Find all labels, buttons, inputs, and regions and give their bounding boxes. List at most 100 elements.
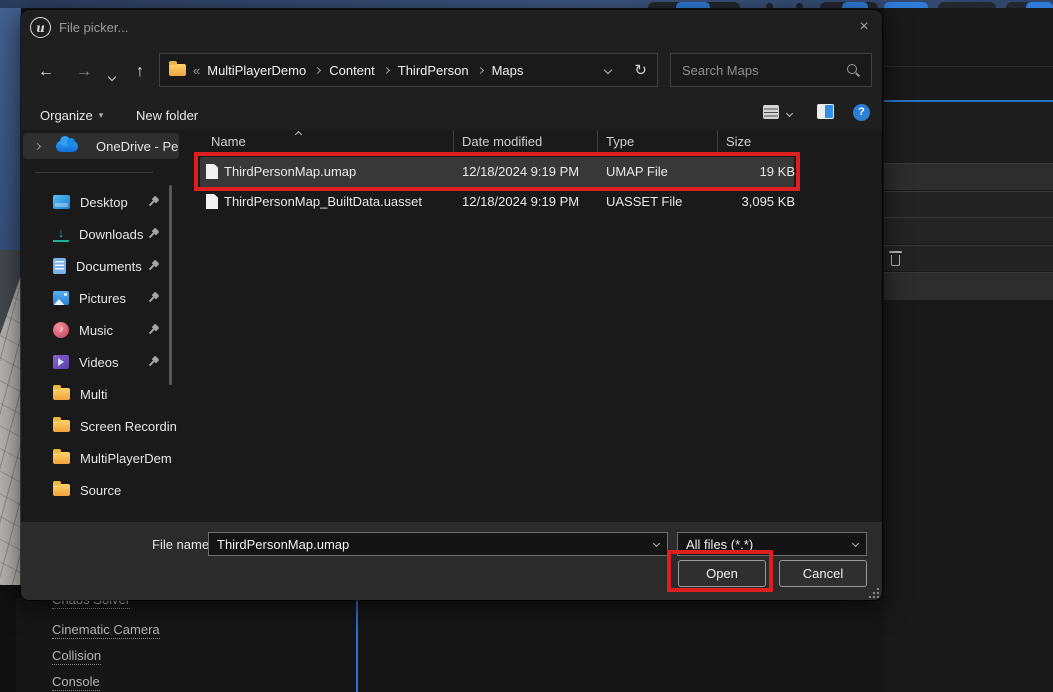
- preview-pane-icon[interactable]: [817, 104, 834, 119]
- view-mode-icon[interactable]: [763, 105, 779, 119]
- editor-window-edge: [0, 8, 21, 250]
- annotation-box-selected-file: [194, 152, 800, 191]
- expand-chevron-icon[interactable]: [34, 142, 41, 149]
- downloads-icon: [53, 227, 69, 242]
- pin-icon: [145, 290, 162, 307]
- sidebar-item-desktop[interactable]: Desktop: [21, 188, 181, 216]
- organize-button[interactable]: Organize ▾: [40, 108, 103, 123]
- search-placeholder: Search Maps: [682, 63, 847, 78]
- view-mode-caret-icon[interactable]: [786, 110, 793, 117]
- link-console[interactable]: Console: [52, 674, 100, 691]
- file-name: ThirdPersonMap_BuiltData.uasset: [224, 194, 422, 209]
- editor-dot: [766, 3, 773, 8]
- column-divider[interactable]: [717, 130, 718, 154]
- chevron-down-icon: [108, 73, 116, 81]
- editor-tab-accent: [842, 2, 868, 8]
- breadcrumb-item[interactable]: Content: [329, 63, 375, 78]
- address-bar[interactable]: « MultiPlayerDemo Content ThirdPerson Ma…: [159, 53, 658, 87]
- file-name-combobox[interactable]: ThirdPersonMap.umap: [208, 532, 668, 556]
- pin-icon: [145, 322, 162, 339]
- organize-label: Organize: [40, 108, 93, 123]
- back-button[interactable]: ←: [34, 60, 58, 84]
- breadcrumb-item[interactable]: ThirdPerson: [398, 63, 469, 78]
- cancel-button[interactable]: Cancel: [779, 560, 867, 587]
- search-input[interactable]: Search Maps: [670, 53, 872, 87]
- file-icon: [206, 194, 218, 209]
- pin-icon: [145, 226, 162, 243]
- sidebar-item-source[interactable]: Source: [21, 476, 181, 504]
- breadcrumb-overflow[interactable]: «: [193, 63, 200, 78]
- sidebar-item-label: Source: [80, 483, 181, 498]
- sidebar-item-screen-recordings[interactable]: Screen Recordin: [21, 412, 181, 440]
- chevron-down-icon: ▾: [99, 110, 104, 121]
- folder-icon: [53, 452, 70, 464]
- folder-icon: [53, 484, 70, 496]
- column-divider[interactable]: [597, 130, 598, 154]
- sidebar-item-downloads[interactable]: Downloads: [21, 220, 181, 248]
- recent-locations-button[interactable]: [109, 68, 115, 83]
- folder-icon: [169, 64, 186, 76]
- column-divider[interactable]: [453, 130, 454, 154]
- file-row-thirdpersonmap-builtdata-uasset[interactable]: ThirdPersonMap_BuiltData.uasset 12/18/20…: [200, 191, 794, 215]
- new-folder-button[interactable]: New folder: [136, 108, 198, 123]
- breadcrumb-item[interactable]: Maps: [492, 63, 524, 78]
- panel-accent-vline: [356, 598, 358, 692]
- viewport-3d-scene: [0, 250, 21, 585]
- sidebar-divider: [35, 172, 153, 173]
- dialog-titlebar[interactable]: u File picker... ×: [21, 10, 882, 46]
- sort-ascending-icon: [295, 131, 302, 138]
- sidebar-item-label: Videos: [79, 355, 147, 370]
- panel-divider: [884, 66, 1053, 67]
- sidebar-item-label: Pictures: [79, 291, 147, 306]
- column-header-type[interactable]: Type: [606, 134, 634, 149]
- search-icon[interactable]: [847, 64, 860, 77]
- help-icon[interactable]: ?: [853, 104, 870, 121]
- file-picker-dialog: u File picker... × ← → ↑ « MultiPlayerDe…: [21, 10, 882, 600]
- breadcrumb-item[interactable]: MultiPlayerDemo: [207, 63, 306, 78]
- editor-tab-accent: [676, 2, 710, 8]
- forward-button[interactable]: →: [72, 60, 96, 84]
- editor-tab: [938, 2, 996, 8]
- editor-topbar: [0, 0, 1053, 8]
- sidebar: OneDrive - Pers Desktop Downloads Docume…: [21, 130, 181, 522]
- pin-icon: [145, 354, 162, 371]
- sidebar-item-videos[interactable]: Videos: [21, 348, 181, 376]
- panel-row: [884, 217, 1053, 244]
- link-cinematic-camera[interactable]: Cinematic Camera: [52, 622, 160, 639]
- chevron-down-icon[interactable]: [653, 539, 660, 546]
- sidebar-item-multiplayerdemo[interactable]: MultiPlayerDem: [21, 444, 181, 472]
- link-collision[interactable]: Collision: [52, 648, 101, 665]
- close-icon[interactable]: ×: [854, 17, 874, 37]
- sidebar-item-onedrive[interactable]: OneDrive - Pers: [23, 133, 179, 159]
- address-dropdown-icon[interactable]: [604, 66, 612, 74]
- editor-dot: [796, 3, 803, 8]
- refresh-icon[interactable]: ↻: [634, 61, 647, 79]
- pictures-icon: [53, 291, 69, 305]
- sidebar-item-multi[interactable]: Multi: [21, 380, 181, 408]
- up-button[interactable]: ↑: [128, 60, 152, 84]
- resize-grip[interactable]: [869, 588, 880, 599]
- trash-icon[interactable]: [889, 251, 902, 266]
- chevron-down-icon[interactable]: [852, 539, 859, 546]
- file-name-value: ThirdPersonMap.umap: [217, 537, 654, 552]
- dialog-title: File picker...: [59, 20, 128, 35]
- chevron-right-icon: [314, 66, 321, 73]
- annotation-box-open-button: [667, 550, 773, 592]
- sidebar-scrollbar[interactable]: [169, 185, 172, 385]
- sidebar-item-documents[interactable]: Documents: [21, 252, 181, 280]
- onedrive-cloud-icon: [56, 141, 78, 152]
- unreal-logo-icon: u: [30, 17, 51, 38]
- desktop-icon: [53, 195, 70, 209]
- editor-bottom-panel: Chaos Solver Cinematic Camera Collision …: [16, 598, 884, 692]
- sidebar-item-label: Multi: [80, 387, 181, 402]
- column-header-name[interactable]: Name: [211, 134, 246, 149]
- column-header-size[interactable]: Size: [726, 134, 751, 149]
- new-folder-label: New folder: [136, 108, 198, 123]
- chevron-right-icon: [383, 66, 390, 73]
- panel-row: [884, 191, 1053, 217]
- chevron-right-icon: [477, 66, 484, 73]
- column-header-date[interactable]: Date modified: [462, 134, 542, 149]
- sidebar-item-pictures[interactable]: Pictures: [21, 284, 181, 312]
- sidebar-item-label: Screen Recordin: [80, 419, 181, 434]
- sidebar-item-music[interactable]: Music: [21, 316, 181, 344]
